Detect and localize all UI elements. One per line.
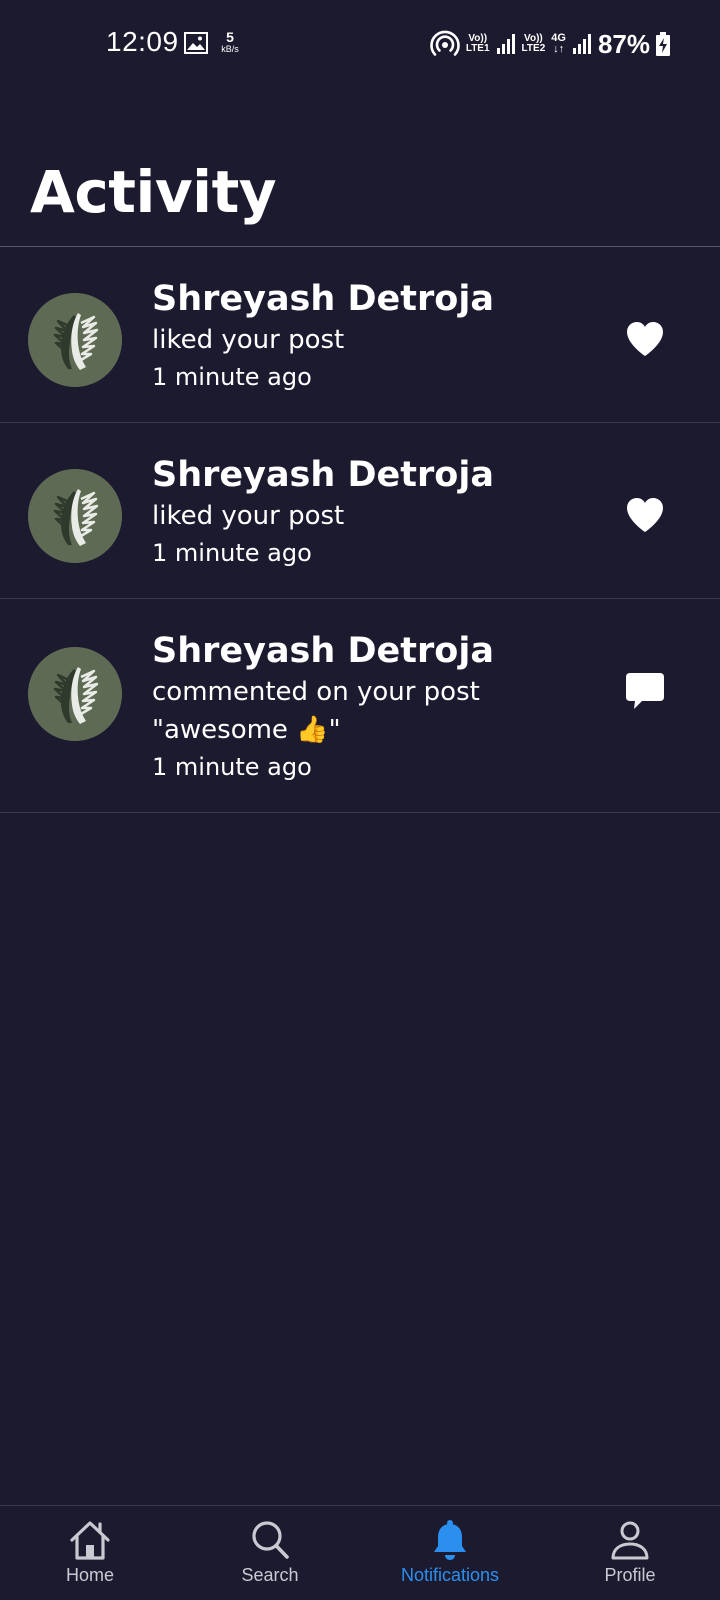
activity-time: 1 minute ago <box>152 753 312 781</box>
signal-icon-sim2 <box>572 34 591 54</box>
nav-search-label: Search <box>241 1565 299 1585</box>
heart-icon <box>627 322 663 356</box>
network-arrows: ↓↑ <box>553 43 565 55</box>
page-title: Activity <box>30 158 277 226</box>
activity-item[interactable]: Shreyash Detroja liked your post 1 minut… <box>0 423 720 599</box>
heart-icon <box>627 498 663 532</box>
net-speed-value: 5 <box>226 29 234 45</box>
nav-home-label: Home <box>65 1565 114 1585</box>
activity-action: commented on your post <box>152 677 480 707</box>
bottom-nav: Home Search Notifications Profile <box>0 1505 720 1600</box>
activity-text: Shreyash Detroja commented on your post … <box>152 629 620 785</box>
activity-item[interactable]: Shreyash Detroja liked your post 1 minut… <box>0 247 720 423</box>
avatar[interactable] <box>28 293 122 387</box>
wings-emblem-icon <box>28 469 122 563</box>
nav-search[interactable]: Search <box>180 1506 360 1600</box>
profile-icon <box>611 1521 649 1560</box>
activity-comment: "awesome 👍" <box>152 715 341 745</box>
avatar[interactable] <box>28 469 122 563</box>
activity-user-name[interactable]: Shreyash Detroja <box>152 277 620 321</box>
status-bar: 12:09 5 kB/s Vo)) LTE1 Vo)) LTE2 4G ↓↑ 8… <box>0 0 720 90</box>
nav-notifications-label: Notifications <box>400 1565 500 1585</box>
hotspot-icon <box>430 30 460 56</box>
status-time: 12:09 <box>106 26 179 57</box>
sim1-indicator: Vo)) LTE1 <box>465 33 490 55</box>
activity-user-name[interactable]: Shreyash Detroja <box>152 629 620 673</box>
comment-icon <box>626 673 664 709</box>
avatar[interactable] <box>28 647 122 741</box>
net-speed: 5 kB/s <box>216 30 244 54</box>
battery-percent: 87% <box>597 28 650 59</box>
home-icon <box>70 1521 110 1560</box>
activity-screen: 12:09 5 kB/s Vo)) LTE1 Vo)) LTE2 4G ↓↑ 8… <box>0 0 720 1600</box>
search-icon <box>252 1521 289 1559</box>
nav-profile-label: Profile <box>604 1565 656 1585</box>
gallery-icon <box>184 32 208 54</box>
activity-text: Shreyash Detroja liked your post 1 minut… <box>152 453 620 571</box>
bell-icon <box>434 1520 466 1560</box>
wings-emblem-icon <box>28 647 122 741</box>
battery-charging-icon <box>656 32 670 56</box>
activity-item[interactable]: Shreyash Detroja commented on your post … <box>0 599 720 813</box>
activity-action: liked your post <box>152 501 345 531</box>
nav-home[interactable]: Home <box>0 1506 180 1600</box>
activity-text: Shreyash Detroja liked your post 1 minut… <box>152 277 620 395</box>
sim2-lte: LTE2 <box>521 43 546 54</box>
status-indicators: Vo)) LTE1 Vo)) LTE2 4G ↓↑ 87% <box>430 26 670 62</box>
activity-action: liked your post <box>152 325 345 355</box>
activity-time: 1 minute ago <box>152 363 312 391</box>
activity-user-name[interactable]: Shreyash Detroja <box>152 453 620 497</box>
activity-time: 1 minute ago <box>152 539 312 567</box>
signal-icon-sim1 <box>496 34 515 54</box>
wings-emblem-icon <box>28 293 122 387</box>
network-type: 4G ↓↑ <box>551 33 566 55</box>
sim1-lte: LTE1 <box>465 43 490 54</box>
nav-notifications[interactable]: Notifications <box>360 1506 540 1600</box>
sim2-indicator: Vo)) LTE2 <box>521 33 546 55</box>
net-speed-unit: kB/s <box>221 44 239 54</box>
nav-profile[interactable]: Profile <box>540 1506 720 1600</box>
activity-list: Shreyash Detroja liked your post 1 minut… <box>0 247 720 813</box>
